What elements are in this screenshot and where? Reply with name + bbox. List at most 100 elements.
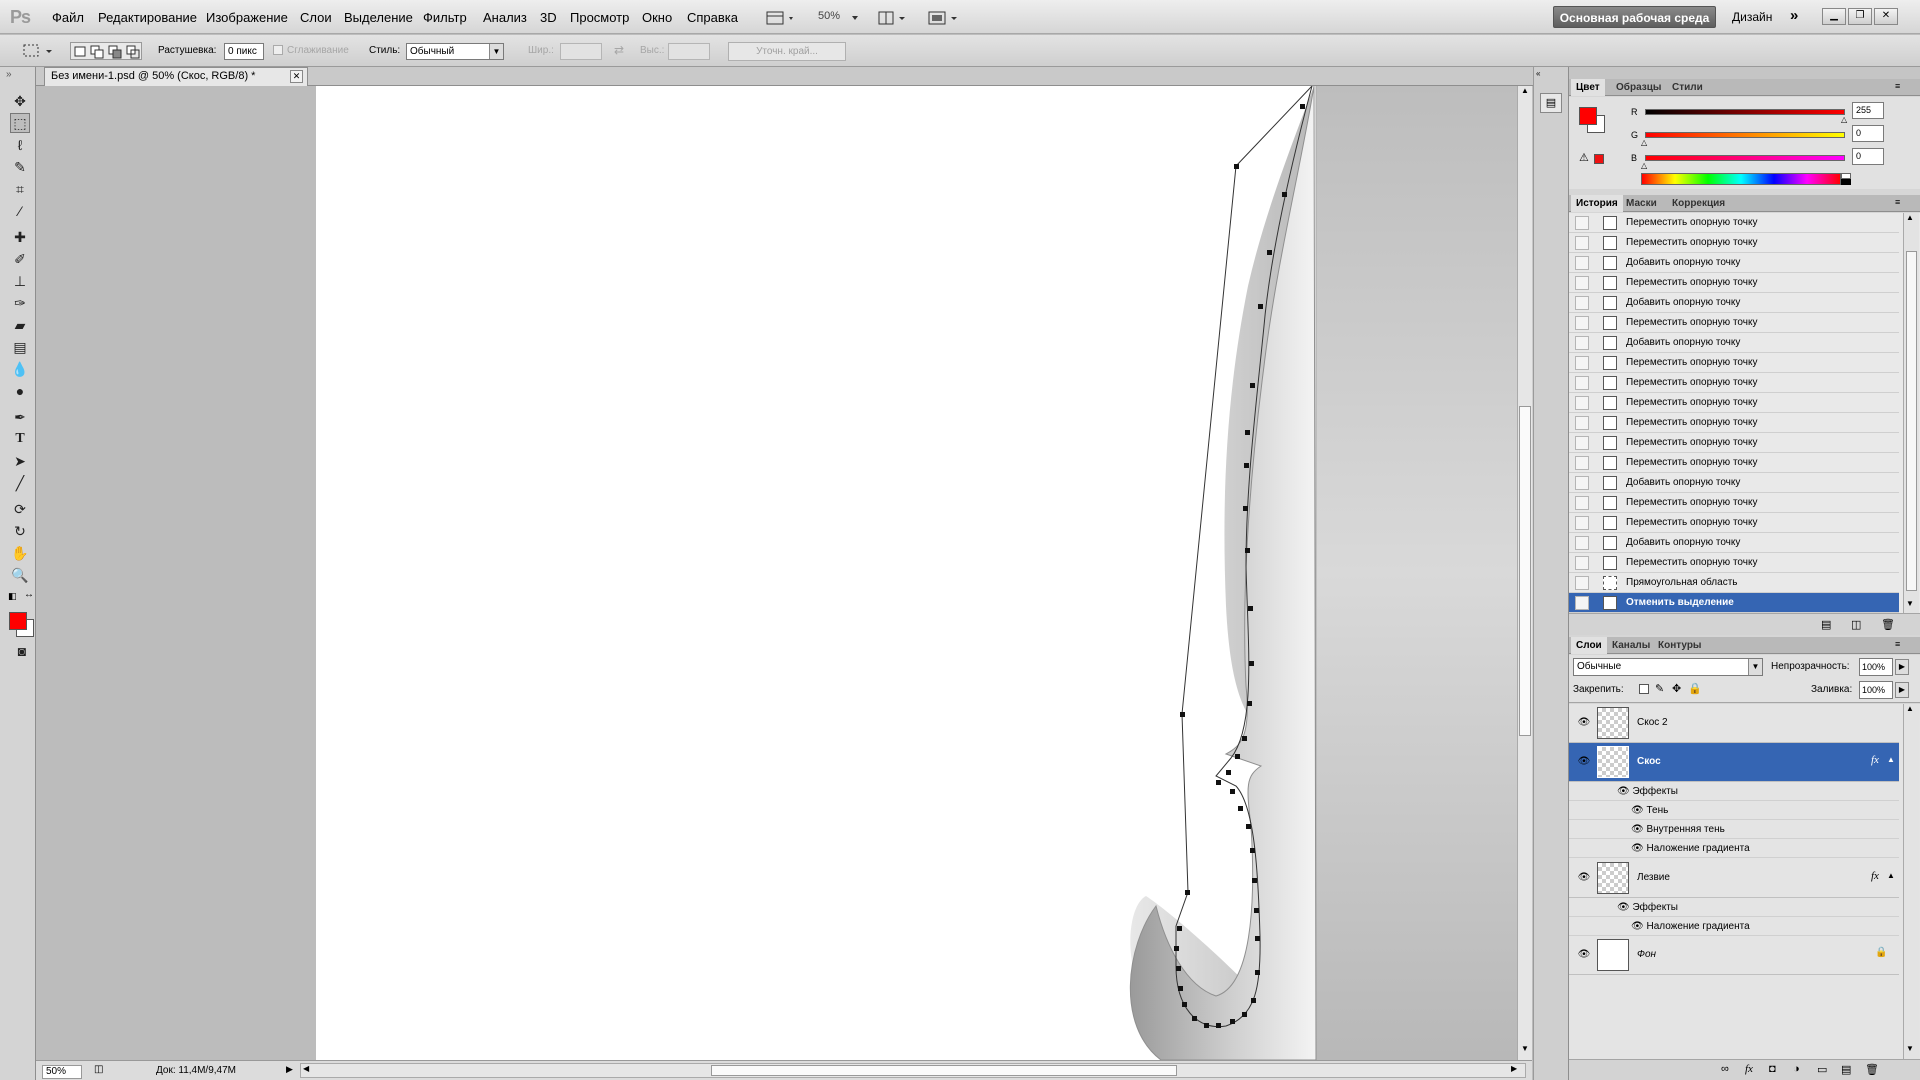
history-brush-source-checkbox[interactable] — [1575, 256, 1589, 270]
history-brush-source-checkbox[interactable] — [1575, 556, 1589, 570]
lock-position-icon[interactable]: ✥ — [1672, 682, 1681, 695]
history-brush-source-checkbox[interactable] — [1575, 576, 1589, 590]
channel-g-value[interactable]: 0 — [1852, 125, 1884, 142]
layer-row-skos-2[interactable]: 👁 Скос 2 — [1569, 704, 1899, 743]
effect-row-shadow[interactable]: 👁 Тень — [1569, 801, 1899, 820]
history-state-row[interactable]: Переместить опорную точку — [1569, 553, 1899, 573]
layer-row-blade[interactable]: 👁 Лезвие fx ▲ — [1569, 859, 1899, 898]
tab-layers[interactable]: Слои — [1571, 637, 1607, 654]
history-brush-source-checkbox[interactable] — [1575, 296, 1589, 310]
quick-mask-icon[interactable]: ◙ — [12, 641, 32, 661]
effect-row-inner-shadow[interactable]: 👁 Внутренняя тень — [1569, 820, 1899, 839]
menu-analysis[interactable]: Анализ — [483, 10, 527, 25]
history-brush-source-checkbox[interactable] — [1575, 236, 1589, 250]
layers-scroll-up-icon[interactable]: ▲ — [1906, 704, 1914, 713]
color-panel-foreground-swatch[interactable] — [1579, 107, 1597, 125]
swap-colors-icon[interactable]: ↔ — [24, 589, 34, 600]
history-state-row[interactable]: Добавить опорную точку — [1569, 293, 1899, 313]
horizontal-scroll-thumb[interactable] — [711, 1065, 1177, 1076]
visibility-eye-icon[interactable]: 👁 — [1577, 718, 1591, 728]
lock-transparent-icon[interactable] — [1639, 684, 1649, 694]
history-state-row[interactable]: Переместить опорную точку — [1569, 353, 1899, 373]
lock-all-icon[interactable]: 🔒 — [1688, 682, 1702, 695]
opacity-arrow-icon[interactable]: ▶ — [1895, 659, 1909, 675]
history-brush-source-checkbox[interactable] — [1575, 416, 1589, 430]
channel-r-slider-handle-icon[interactable]: △ — [1841, 115, 1847, 124]
channel-g-slider[interactable] — [1645, 132, 1845, 138]
tab-swatches[interactable]: Образцы — [1611, 79, 1666, 96]
style-select[interactable]: Обычный ▼ — [406, 43, 504, 60]
history-state-row[interactable]: Прямоугольная область — [1569, 573, 1899, 593]
feather-input[interactable]: 0 пикс — [224, 43, 264, 60]
zoom-status-input[interactable]: 50% — [42, 1065, 82, 1079]
foreground-color-swatch[interactable] — [9, 612, 27, 630]
history-state-row[interactable]: Переместить опорную точку — [1569, 453, 1899, 473]
workspace-design-link[interactable]: Дизайн — [1732, 10, 1772, 24]
history-brush-source-checkbox[interactable] — [1575, 276, 1589, 290]
document-tab[interactable]: Без имени-1.psd @ 50% (Скос, RGB/8) * ✕ — [44, 67, 308, 86]
tab-styles[interactable]: Стили — [1667, 79, 1708, 96]
blend-mode-select[interactable]: Обычные ▼ — [1573, 658, 1763, 676]
history-state-row[interactable]: Переместить опорную точку — [1569, 373, 1899, 393]
new-group-folder-icon[interactable]: ▭ — [1817, 1063, 1827, 1076]
channel-b-slider[interactable] — [1645, 155, 1845, 161]
antialias-checkbox[interactable] — [273, 45, 283, 55]
menu-edit[interactable]: Редактирование — [98, 10, 197, 25]
adjustment-layer-icon[interactable]: ◑ — [1793, 1063, 1800, 1075]
color-panel-menu-icon[interactable]: ≡ — [1895, 81, 1900, 91]
screen-mode-button[interactable] — [924, 6, 960, 28]
minimize-button[interactable]: ▁ — [1822, 8, 1846, 25]
quick-selection-tool-icon[interactable]: ✎ — [10, 157, 30, 177]
new-document-from-state-icon[interactable]: ▤ — [1821, 618, 1831, 631]
effects-header-row[interactable]: 👁 Эффекты — [1569, 898, 1899, 917]
history-state-row[interactable]: Добавить опорную точку — [1569, 253, 1899, 273]
path-selection-tool-icon[interactable]: ➤ — [10, 451, 30, 471]
history-brush-source-checkbox[interactable] — [1575, 476, 1589, 490]
swap-dimensions-icon[interactable]: ⇄ — [614, 43, 624, 57]
marquee-tool-icon[interactable]: ⬚ — [10, 113, 30, 133]
history-state-row[interactable]: Переместить опорную точку — [1569, 393, 1899, 413]
history-brush-source-checkbox[interactable] — [1575, 216, 1589, 230]
gradient-tool-icon[interactable]: ▤ — [10, 337, 30, 357]
menu-filter[interactable]: Фильтр — [423, 10, 467, 25]
snapshot-camera-icon[interactable]: ◫ — [1851, 618, 1861, 631]
launch-bridge-button[interactable] — [762, 6, 798, 28]
zoom-tool-icon[interactable]: 🔍 — [10, 565, 30, 585]
canvas-vertical-scrollbar[interactable]: ▲ ▼ — [1517, 86, 1532, 1060]
scroll-up-icon[interactable]: ▲ — [1519, 86, 1531, 100]
menu-view[interactable]: Просмотр — [570, 10, 629, 25]
navigator-icon[interactable]: ▤ — [1540, 93, 1562, 113]
menu-file[interactable]: Файл — [52, 10, 84, 25]
out-of-gamut-warning-icon[interactable]: ⚠ — [1579, 151, 1589, 164]
default-colors-icon[interactable]: ◧ — [8, 591, 17, 602]
history-brush-tool-icon[interactable]: ✑ — [10, 293, 30, 313]
channel-b-slider-handle-icon[interactable]: △ — [1641, 161, 1647, 170]
height-input[interactable] — [668, 43, 710, 60]
history-scrollbar[interactable]: ▲ ▼ — [1903, 213, 1919, 613]
history-state-row[interactable]: Переместить опорную точку — [1569, 493, 1899, 513]
visibility-eye-icon[interactable]: 👁 — [1577, 757, 1591, 767]
move-tool-icon[interactable]: ✥ — [10, 91, 30, 111]
delete-state-trash-icon[interactable]: 🗑 — [1881, 618, 1895, 631]
tab-paths[interactable]: Контуры — [1653, 637, 1706, 654]
history-brush-source-checkbox[interactable] — [1575, 496, 1589, 510]
status-menu-arrow-icon[interactable]: ▶ — [286, 1064, 293, 1075]
menu-layers[interactable]: Слои — [300, 10, 332, 25]
opacity-input[interactable]: 100% — [1859, 658, 1893, 676]
arrange-documents-button[interactable] — [874, 6, 910, 28]
more-workspaces-icon[interactable]: » — [1790, 7, 1798, 24]
close-button[interactable]: ✕ — [1874, 8, 1898, 25]
expand-effects-icon[interactable]: ▲ — [1887, 755, 1895, 764]
brush-tool-icon[interactable]: ✐ — [10, 249, 30, 269]
eraser-tool-icon[interactable]: ▰ — [10, 315, 30, 335]
history-scroll-down-icon[interactable]: ▼ — [1906, 599, 1914, 608]
history-brush-source-checkbox[interactable] — [1575, 596, 1589, 610]
history-state-row[interactable]: Переместить опорную точку — [1569, 273, 1899, 293]
3d-rotate-tool-icon[interactable]: ⟳ — [10, 499, 30, 519]
channel-r-value[interactable]: 255 — [1852, 102, 1884, 119]
history-brush-source-checkbox[interactable] — [1575, 536, 1589, 550]
scroll-left-icon[interactable]: ◀ — [303, 1064, 309, 1073]
dodge-tool-icon[interactable]: ● — [10, 381, 30, 401]
effect-eye-icon[interactable]: 👁 — [1631, 921, 1646, 932]
delete-layer-trash-icon[interactable]: 🗑 — [1865, 1063, 1879, 1076]
